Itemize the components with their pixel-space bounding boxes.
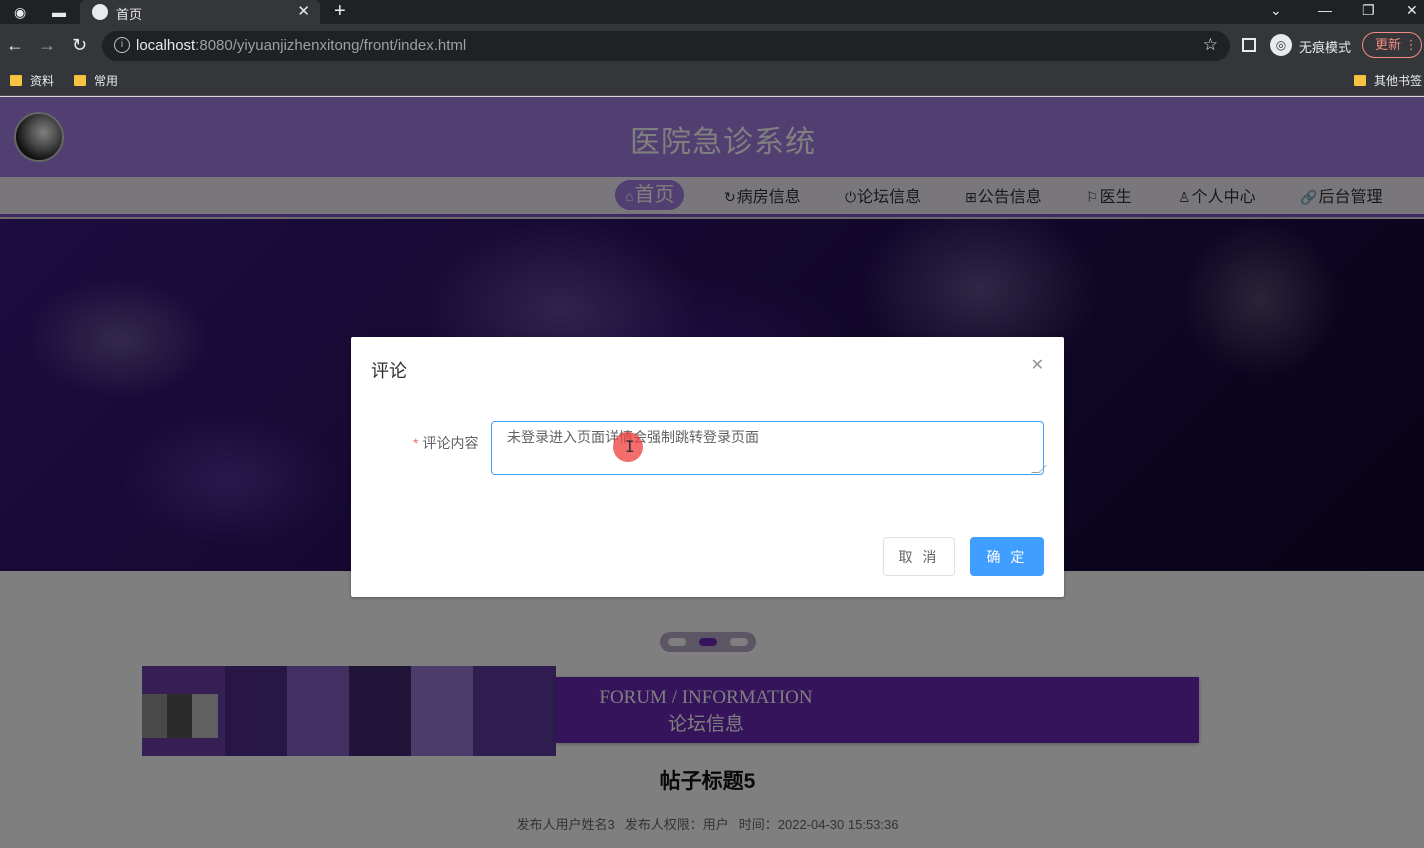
restore-icon[interactable]: ❐ xyxy=(1362,0,1375,20)
address-bar[interactable]: i localhost:8080/yiyuanjizhenxitong/fron… xyxy=(102,31,1230,61)
confirm-button[interactable]: 确 定 xyxy=(970,537,1044,576)
cancel-button[interactable]: 取 消 xyxy=(883,537,955,576)
reload-icon[interactable]: ↻ xyxy=(72,34,87,56)
bookmark-label: 其他书签 xyxy=(1374,74,1423,88)
url-host: localhost xyxy=(136,37,196,54)
browser-tab[interactable]: 首页 ✕ xyxy=(80,0,320,24)
url-text: localhost:8080/yiyuanjizhenxitong/front/… xyxy=(136,37,466,54)
dialog-title: 评论 xyxy=(371,361,407,381)
forward-icon[interactable]: → xyxy=(38,34,56,56)
bookmark-label: 常用 xyxy=(94,74,119,88)
update-label: 更新 xyxy=(1375,37,1402,52)
update-button[interactable]: 更新 ⋮ xyxy=(1362,32,1422,58)
comment-label-text: 评论内容 xyxy=(422,435,479,451)
required-mark: * xyxy=(413,435,419,451)
close-window-icon[interactable]: ✕ xyxy=(1406,0,1418,20)
browser-tab-bar: ◉ ▬ 首页 ✕ + ⌄ — ❐ ✕ xyxy=(0,0,1424,24)
chevron-down-icon[interactable]: ⌄ xyxy=(1270,0,1282,20)
incognito-label: 无痕模式 xyxy=(1299,40,1352,55)
side-panel-icon[interactable] xyxy=(1242,38,1256,52)
comment-label: * 评论内容 xyxy=(413,433,478,453)
favicon-icon xyxy=(92,4,108,20)
bookmark-label: 资料 xyxy=(30,74,55,88)
close-icon[interactable]: ✕ xyxy=(1031,355,1044,375)
info-icon[interactable]: i xyxy=(114,37,130,53)
close-tab-icon[interactable]: ✕ xyxy=(297,2,310,20)
star-icon[interactable]: ☆ xyxy=(1203,35,1218,55)
folder-icon xyxy=(74,75,86,86)
bookmark-folder[interactable]: 常用 xyxy=(74,72,118,90)
globe-icon[interactable]: ◉ xyxy=(14,0,26,24)
bookmark-folder[interactable]: 资料 xyxy=(10,72,54,90)
incognito-icon[interactable]: ◎ xyxy=(1270,34,1292,56)
tab-title: 首页 xyxy=(116,7,143,22)
back-icon[interactable]: ← xyxy=(6,34,24,56)
other-bookmarks[interactable]: 其他书签 xyxy=(1354,72,1422,90)
new-tab-icon[interactable]: + xyxy=(334,0,346,22)
folder-icon xyxy=(10,75,22,86)
url-path: :8080/yiyuanjizhenxitong/front/index.htm… xyxy=(195,37,467,54)
comment-dialog: 评论 ✕ * 评论内容 未登录进入页面详情会强制跳转登录页面 I 取 消 确 定 xyxy=(351,337,1064,597)
window-icon[interactable]: ▬ xyxy=(52,0,66,24)
comment-textarea[interactable]: 未登录进入页面详情会强制跳转登录页面 xyxy=(491,421,1044,475)
bookmarks-bar: 资料 常用 其他书签 xyxy=(0,68,1424,96)
text-cursor-icon: I xyxy=(625,437,635,456)
folder-icon xyxy=(1354,75,1366,86)
minimize-icon[interactable]: — xyxy=(1318,0,1332,20)
